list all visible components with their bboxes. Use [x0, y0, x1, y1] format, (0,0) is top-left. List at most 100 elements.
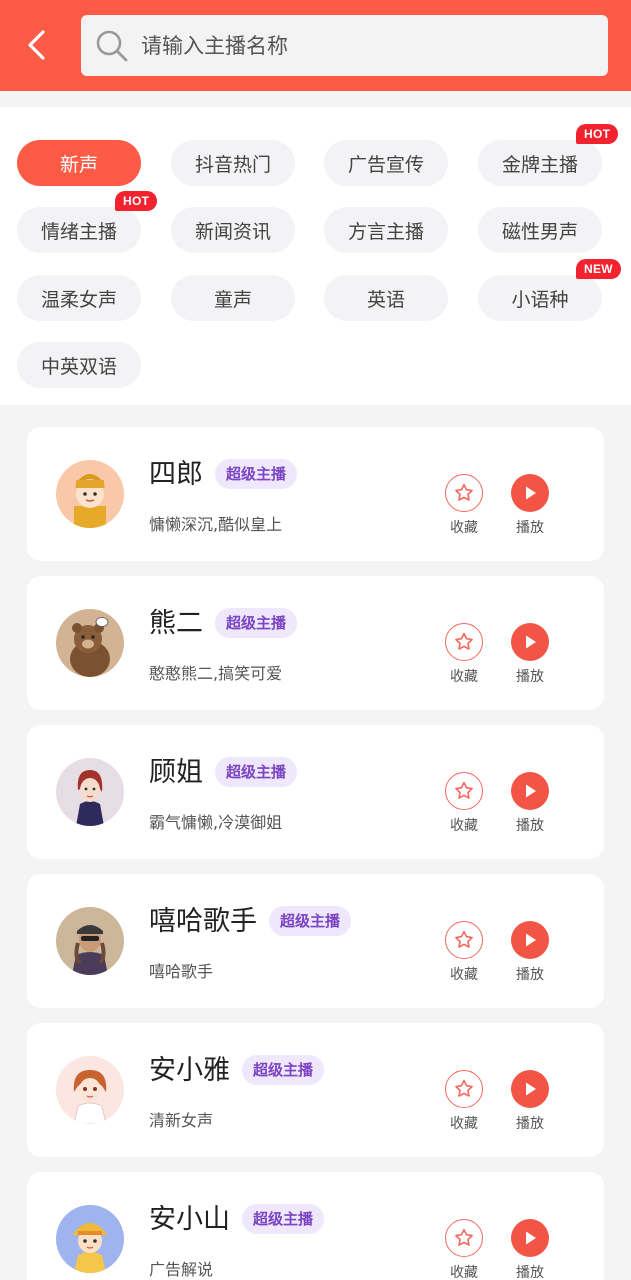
anchor-card[interactable]: 安小山 超级主播 广告解说 收藏 播放 — [27, 1172, 604, 1280]
super-anchor-badge: 超级主播 — [269, 906, 352, 936]
tag-item[interactable]: 抖音热门 — [171, 140, 295, 186]
play-icon — [526, 933, 536, 947]
play-icon — [526, 486, 536, 500]
play-icon — [526, 635, 536, 649]
anchor-name: 四郎 超级主播 — [149, 457, 298, 493]
anchor-description: 慵懒深沉,酷似皇上 — [149, 515, 283, 534]
anchor-name-text: 安小雅 — [149, 1055, 230, 1086]
super-anchor-badge: 超级主播 — [215, 459, 298, 489]
favorite-label: 收藏 — [450, 669, 478, 685]
boy-avatar-icon — [56, 1205, 124, 1273]
new-badge: NEW — [576, 259, 621, 279]
chevron-left-icon — [28, 30, 45, 60]
play-label: 播放 — [516, 669, 544, 685]
search-box[interactable] — [81, 15, 608, 76]
star-icon — [455, 632, 473, 650]
play-label: 播放 — [516, 520, 544, 536]
hot-badge: HOT — [115, 191, 158, 211]
anchor-name-text: 四郎 — [149, 459, 203, 490]
tag-item[interactable]: 童声 — [171, 275, 295, 321]
tag-label: 广告宣传 — [347, 153, 424, 176]
hot-badge: HOT — [576, 124, 619, 144]
tag-item[interactable]: 英语 — [324, 275, 448, 321]
tag-item[interactable]: 金牌主播 — [478, 140, 602, 186]
favorite-button[interactable]: 收藏 — [436, 921, 492, 984]
anchor-card[interactable]: 四郎 超级主播 慵懒深沉,酷似皇上 收藏 播放 — [27, 427, 604, 561]
tag-item[interactable]: 情绪主播 — [17, 207, 141, 253]
anchor-name-text: 顾姐 — [149, 757, 203, 788]
tag-label: 金牌主播 — [501, 153, 578, 176]
top-bar — [0, 0, 631, 91]
anchor-name-text: 嘻哈歌手 — [149, 906, 257, 937]
anchor-description: 霸气慵懒,冷漠御姐 — [149, 813, 283, 832]
anchor-card[interactable]: 熊二 超级主播 憨憨熊二,搞笑可爱 收藏 播放 — [27, 576, 604, 710]
play-button[interactable]: 播放 — [502, 1219, 558, 1280]
tag-item[interactable]: 小语种 — [478, 275, 602, 321]
tag-item[interactable]: 广告宣传 — [324, 140, 448, 186]
anchor-name-text: 安小山 — [149, 1204, 230, 1235]
tag-label: 童声 — [213, 288, 252, 311]
play-icon — [526, 1082, 536, 1096]
category-tag-panel: 新声 抖音热门 广告宣传 金牌主播 情绪主播 新闻资讯 方言主播 磁性男声 温柔… — [0, 107, 631, 405]
play-button[interactable]: 播放 — [502, 772, 558, 835]
play-button[interactable]: 播放 — [502, 1070, 558, 1133]
play-label: 播放 — [516, 1265, 544, 1280]
back-button[interactable] — [14, 22, 60, 68]
tag-item[interactable]: 新声 — [17, 140, 141, 186]
anchor-name: 熊二 超级主播 — [149, 606, 298, 642]
anchor-card[interactable]: 嘻哈歌手 超级主播 嘻哈歌手 收藏 播放 — [27, 874, 604, 1008]
play-button[interactable]: 播放 — [502, 474, 558, 537]
anchor-name: 顾姐 超级主播 — [149, 755, 298, 791]
super-anchor-badge: 超级主播 — [215, 608, 298, 638]
star-icon — [455, 781, 473, 799]
favorite-button[interactable]: 收藏 — [436, 1070, 492, 1133]
play-button[interactable]: 播放 — [502, 623, 558, 686]
favorite-label: 收藏 — [450, 1116, 478, 1132]
favorite-label: 收藏 — [450, 967, 478, 983]
star-icon — [455, 1079, 473, 1097]
tag-label: 磁性男声 — [501, 220, 578, 243]
favorite-label: 收藏 — [450, 1265, 478, 1280]
tag-item[interactable]: 中英双语 — [17, 342, 141, 388]
super-anchor-badge: 超级主播 — [215, 757, 298, 787]
favorite-button[interactable]: 收藏 — [436, 623, 492, 686]
play-button[interactable]: 播放 — [502, 921, 558, 984]
anchor-description: 嘻哈歌手 — [149, 962, 214, 981]
tag-label: 新声 — [59, 153, 98, 176]
search-input[interactable] — [141, 25, 581, 66]
tag-item[interactable]: 新闻资讯 — [171, 207, 295, 253]
favorite-label: 收藏 — [450, 818, 478, 834]
tag-label: 情绪主播 — [40, 220, 117, 243]
super-anchor-badge: 超级主播 — [242, 1204, 325, 1234]
play-icon — [526, 784, 536, 798]
tag-item[interactable]: 方言主播 — [324, 207, 448, 253]
anchor-description: 憨憨熊二,搞笑可爱 — [149, 664, 283, 683]
anchor-description: 广告解说 — [149, 1260, 214, 1279]
emperor-avatar-icon — [56, 460, 124, 528]
tag-label: 中英双语 — [40, 355, 117, 378]
tag-label: 方言主播 — [347, 220, 424, 243]
favorite-button[interactable]: 收藏 — [436, 1219, 492, 1280]
anchor-description: 清新女声 — [149, 1111, 214, 1130]
play-label: 播放 — [516, 967, 544, 983]
girl-avatar-icon — [56, 1056, 124, 1124]
anchor-name-text: 熊二 — [149, 608, 203, 639]
tag-item[interactable]: 温柔女声 — [17, 275, 141, 321]
favorite-button[interactable]: 收藏 — [436, 474, 492, 537]
super-anchor-badge: 超级主播 — [242, 1055, 325, 1085]
tag-label: 抖音热门 — [194, 153, 271, 176]
favorite-label: 收藏 — [450, 520, 478, 536]
anchor-card[interactable]: 安小雅 超级主播 清新女声 收藏 播放 — [27, 1023, 604, 1157]
bear-avatar-icon — [56, 609, 124, 677]
play-label: 播放 — [516, 818, 544, 834]
search-icon — [95, 29, 129, 63]
tag-label: 英语 — [366, 288, 405, 311]
anchor-name: 嘻哈歌手 超级主播 — [149, 904, 352, 940]
favorite-button[interactable]: 收藏 — [436, 772, 492, 835]
woman-avatar-icon — [56, 758, 124, 826]
anchor-card[interactable]: 顾姐 超级主播 霸气慵懒,冷漠御姐 收藏 播放 — [27, 725, 604, 859]
star-icon — [455, 930, 473, 948]
rapper-avatar-icon — [56, 907, 124, 975]
tag-item[interactable]: 磁性男声 — [478, 207, 602, 253]
tag-label: 新闻资讯 — [194, 220, 271, 243]
